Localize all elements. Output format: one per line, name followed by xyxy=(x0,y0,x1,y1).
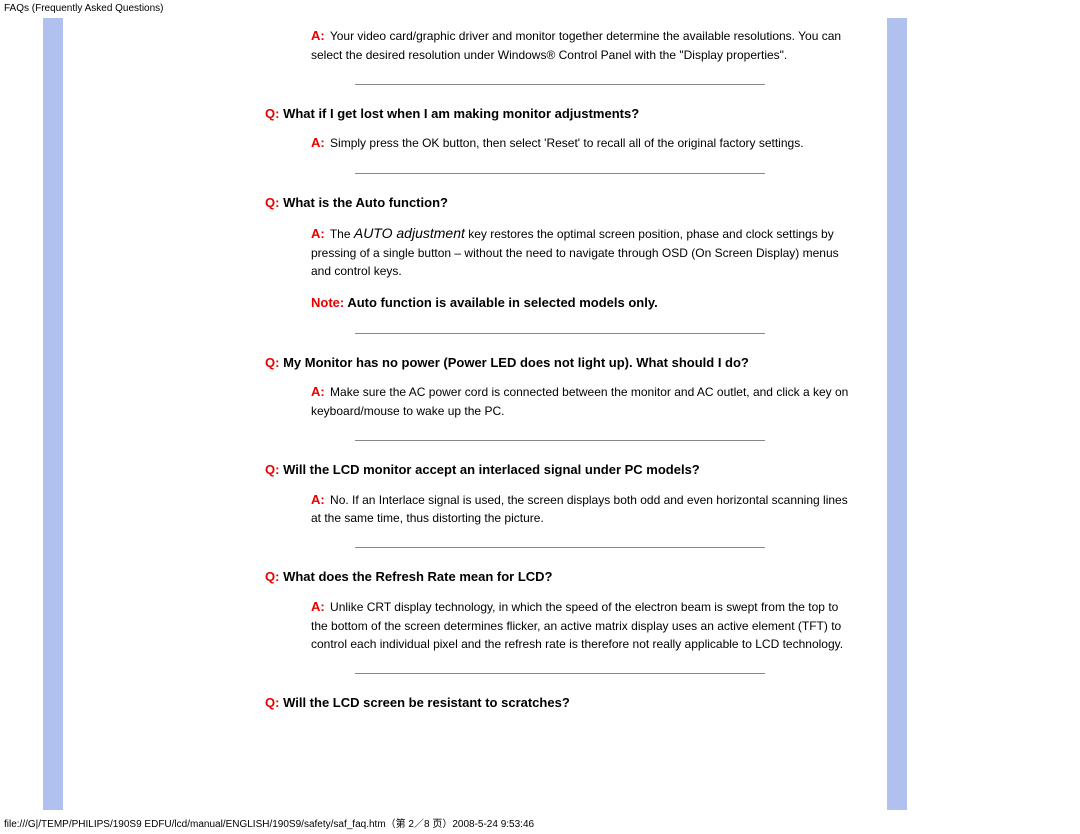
answer-2: A: The AUTO adjustment key restores the … xyxy=(311,223,855,280)
question-4: Q: Will the LCD monitor accept an interl… xyxy=(265,461,855,480)
separator xyxy=(355,84,765,85)
separator xyxy=(355,547,765,548)
separator xyxy=(355,440,765,441)
a-label-2: A: xyxy=(311,226,325,241)
answer-5: A: Unlike CRT display technology, in whi… xyxy=(311,597,855,653)
separator xyxy=(355,333,765,334)
question-2: Q: What is the Auto function? xyxy=(265,194,855,213)
a-text-0: Your video card/graphic driver and monit… xyxy=(311,29,841,62)
a-label-3: A: xyxy=(311,384,325,399)
q-text-4: Will the LCD monitor accept an interlace… xyxy=(279,462,699,477)
q-text-6: Will the LCD screen be resistant to scra… xyxy=(279,695,569,710)
faq-content: A: Your video card/graphic driver and mo… xyxy=(265,18,855,722)
q-label-4: Q: xyxy=(265,462,279,477)
separator xyxy=(355,673,765,674)
a-label-1: A: xyxy=(311,135,325,150)
answer-1: A: Simply press the OK button, then sele… xyxy=(311,133,855,153)
a-text-3: Make sure the AC power cord is connected… xyxy=(311,385,848,418)
note-text: Auto function is available in selected m… xyxy=(344,295,658,310)
a-text-2-pre: The xyxy=(327,227,354,241)
left-color-band xyxy=(43,18,63,810)
q-label-3: Q: xyxy=(265,355,279,370)
q-text-5: What does the Refresh Rate mean for LCD? xyxy=(279,569,552,584)
footer-file-path: file:///G|/TEMP/PHILIPS/190S9 EDFU/lcd/m… xyxy=(4,815,534,830)
separator xyxy=(355,173,765,174)
a-label-5: A: xyxy=(311,599,325,614)
answer-4: A: No. If an Interlace signal is used, t… xyxy=(311,490,855,528)
a-text-4: No. If an Interlace signal is used, the … xyxy=(311,493,848,526)
answer-0: A: Your video card/graphic driver and mo… xyxy=(311,26,855,64)
q-label-5: Q: xyxy=(265,569,279,584)
q-text-1: What if I get lost when I am making moni… xyxy=(279,106,639,121)
q-text-2: What is the Auto function? xyxy=(279,195,448,210)
question-3: Q: My Monitor has no power (Power LED do… xyxy=(265,354,855,373)
q-text-3: My Monitor has no power (Power LED does … xyxy=(279,355,748,370)
a-label-4: A: xyxy=(311,492,325,507)
page-header-title: FAQs (Frequently Asked Questions) xyxy=(4,3,164,14)
note-label: Note: xyxy=(311,295,344,310)
q-label-2: Q: xyxy=(265,195,279,210)
question-6: Q: Will the LCD screen be resistant to s… xyxy=(265,694,855,713)
a-text-5: Unlike CRT display technology, in which … xyxy=(311,600,843,651)
a-text-2-italic: AUTO adjustment xyxy=(354,225,465,241)
question-5: Q: What does the Refresh Rate mean for L… xyxy=(265,568,855,587)
a-label-0: A: xyxy=(311,28,325,43)
answer-3: A: Make sure the AC power cord is connec… xyxy=(311,382,855,420)
q-label-1: Q: xyxy=(265,106,279,121)
right-color-band xyxy=(887,18,907,810)
q-label-6: Q: xyxy=(265,695,279,710)
question-1: Q: What if I get lost when I am making m… xyxy=(265,105,855,124)
note-line: Note: Auto function is available in sele… xyxy=(311,294,855,313)
a-text-1: Simply press the OK button, then select … xyxy=(327,136,804,150)
